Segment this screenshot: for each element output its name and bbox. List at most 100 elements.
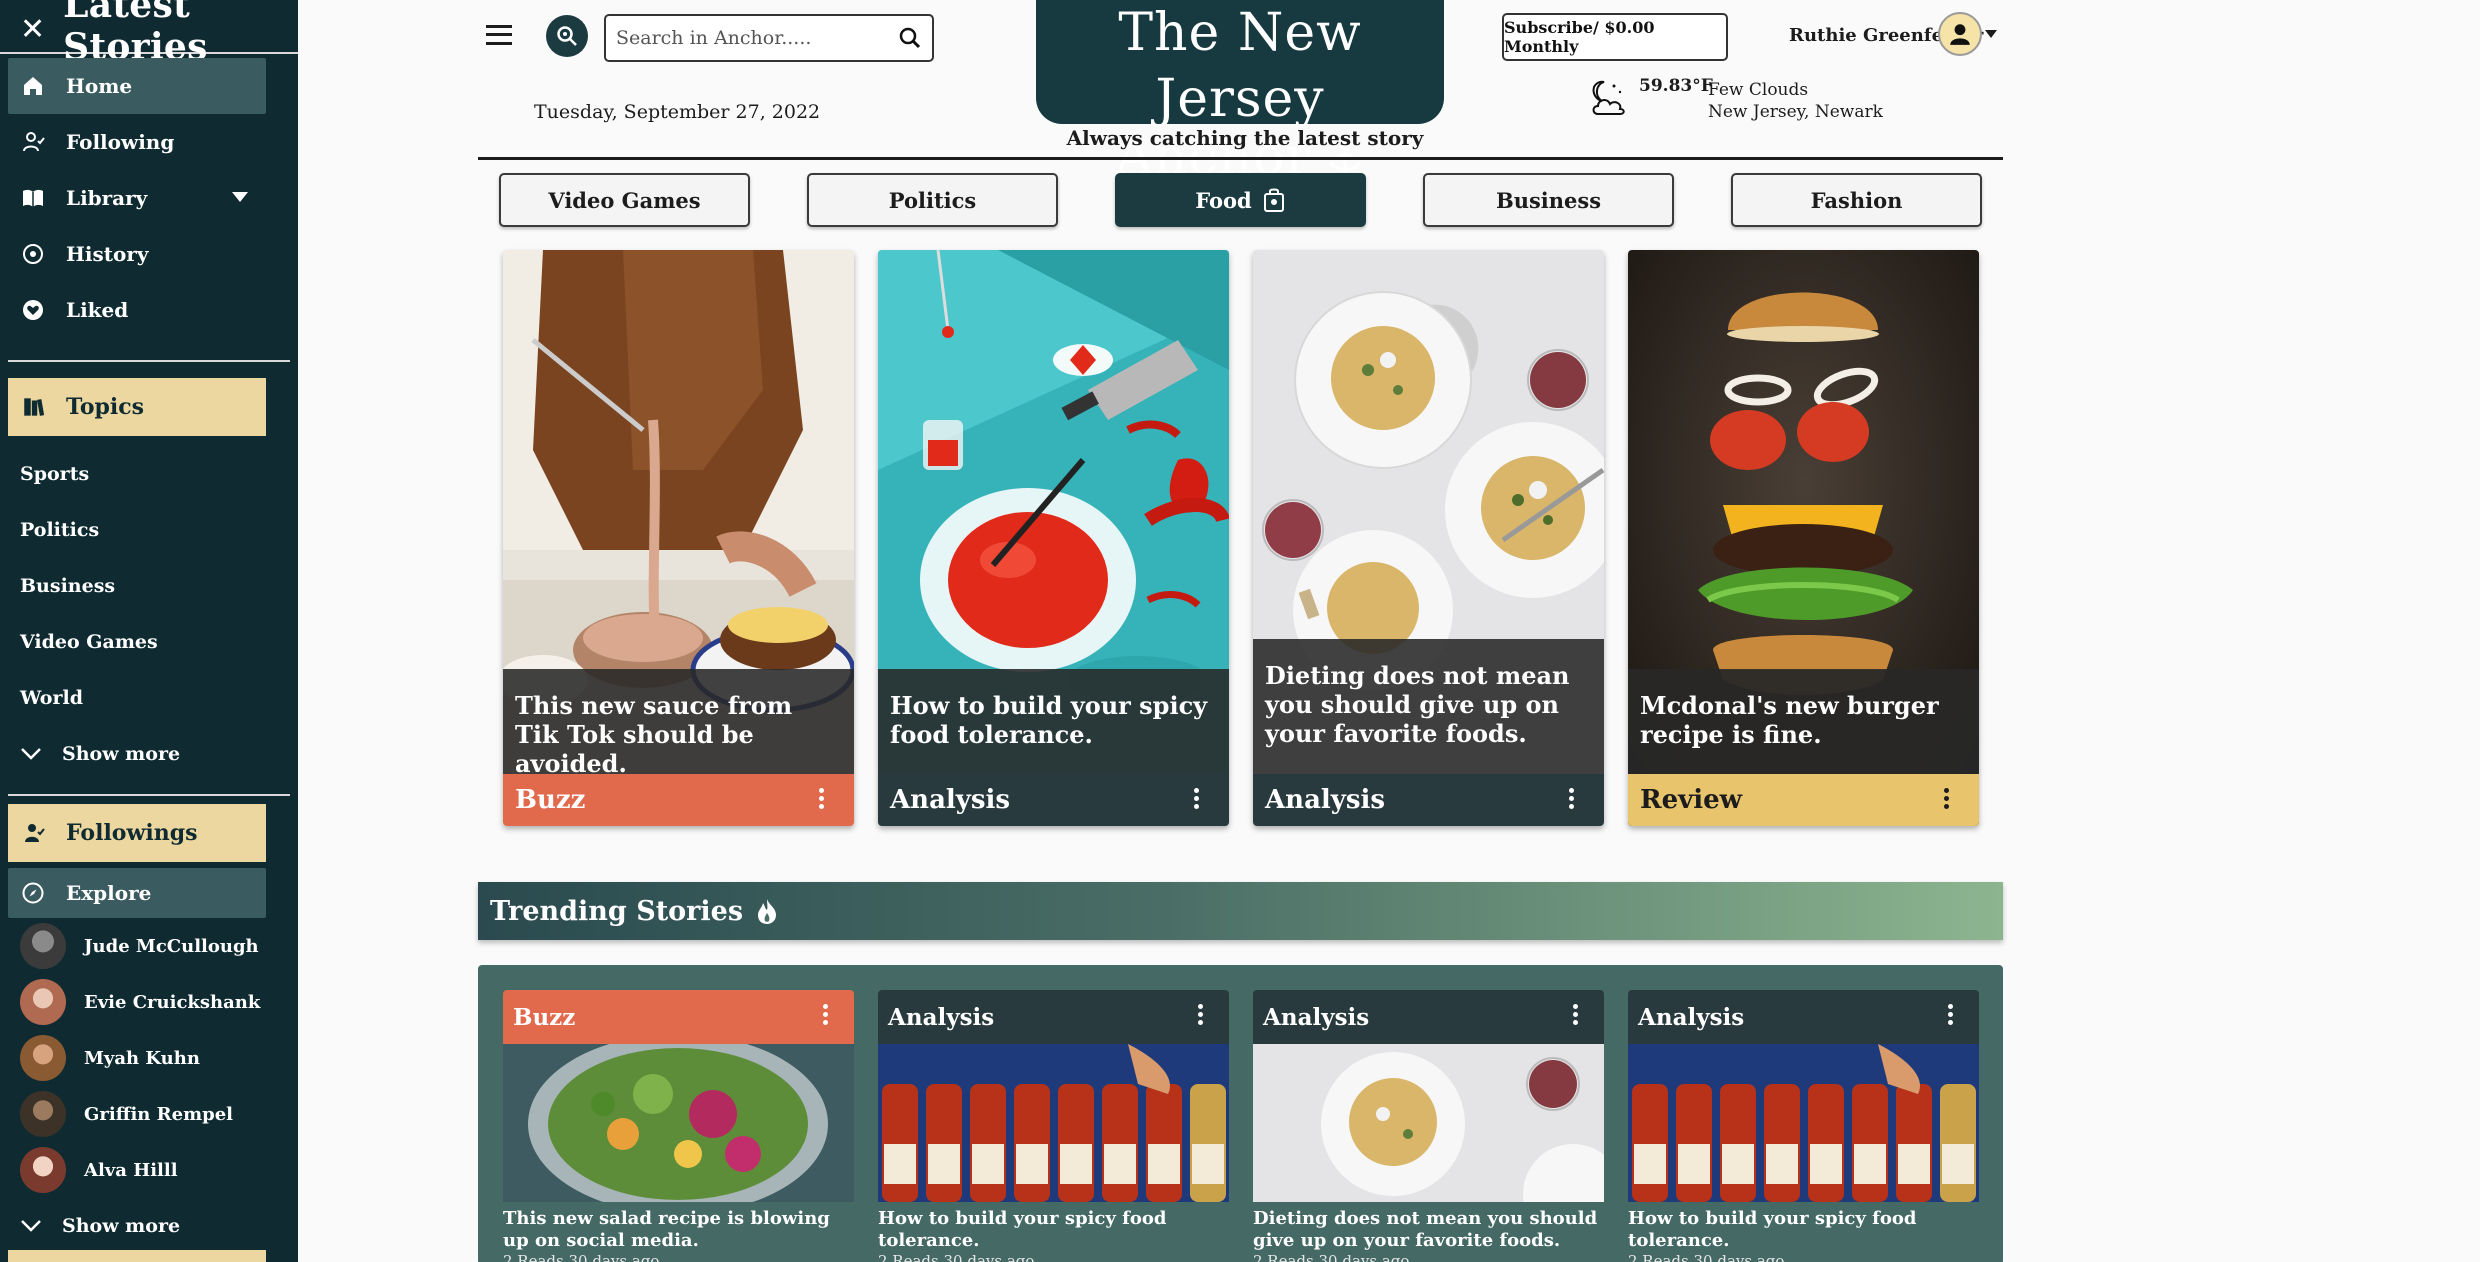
show-more-label: Show more xyxy=(62,743,181,765)
card-tag-bar: Analysis xyxy=(878,774,1229,826)
more-options-icon[interactable] xyxy=(1948,1004,1953,1025)
sidebar-next-section[interactable] xyxy=(8,1250,266,1262)
more-options-icon[interactable] xyxy=(1198,1004,1203,1025)
site-logo[interactable]: The New Jersey Anchor xyxy=(1036,0,1444,183)
topics-section-header[interactable]: Topics xyxy=(8,378,266,436)
sidebar: ✕ Latest Stories Home Following Library … xyxy=(0,0,298,1262)
hot-sauce-bottles-photo xyxy=(878,1044,1229,1202)
search-icon[interactable] xyxy=(898,26,922,50)
sidebar-item-explore[interactable]: Explore xyxy=(8,868,266,918)
sidebar-item-library[interactable]: Library xyxy=(0,170,298,226)
weather-description: Few Clouds New Jersey, Newark xyxy=(1708,79,1883,123)
followings-section-header[interactable]: Followings xyxy=(8,804,266,862)
topic-item-video-games[interactable]: Video Games xyxy=(0,614,298,670)
hot-sauce-bottles-photo xyxy=(1628,1044,1979,1202)
card-tag-bar: Review xyxy=(1628,774,1979,826)
card-tag: Analysis xyxy=(1638,1003,1745,1031)
user-icon xyxy=(1950,24,1970,45)
sidebar-item-liked[interactable]: Liked xyxy=(0,282,298,338)
chevron-down-icon[interactable] xyxy=(1985,30,1997,38)
tab-politics[interactable]: Politics xyxy=(807,173,1058,227)
trending-card-title: How to build your spicy food tolerance. xyxy=(1628,1208,1917,1251)
avatar xyxy=(20,1147,66,1193)
trending-card[interactable]: Analysis How to build your spicy food to… xyxy=(878,990,1229,1262)
trending-card-header: Analysis xyxy=(1628,990,1979,1044)
header-divider xyxy=(478,157,2003,160)
library-icon xyxy=(20,185,46,211)
more-options-icon[interactable] xyxy=(1573,1004,1578,1025)
more-options-icon[interactable] xyxy=(1944,788,1949,809)
sidebar-item-home[interactable]: Home xyxy=(8,58,266,114)
salad-photo xyxy=(503,1044,854,1202)
following-icon xyxy=(20,819,48,847)
compass-icon xyxy=(20,880,46,906)
card-tag: Review xyxy=(1640,785,1743,815)
card-tag: Buzz xyxy=(513,1003,576,1031)
subscribe-button[interactable]: Subscribe/ $0.00 Monthly xyxy=(1502,13,1728,61)
topic-item-politics[interactable]: Politics xyxy=(0,502,298,558)
search-box xyxy=(604,14,934,62)
more-options-icon[interactable] xyxy=(1569,788,1574,809)
chevron-down-icon xyxy=(20,1219,42,1233)
tab-food[interactable]: Food xyxy=(1115,173,1366,227)
trending-card-meta: 2 Reads 30 days ago xyxy=(878,1252,1035,1262)
person-name: Evie Cruickshank xyxy=(84,991,261,1013)
topic-item-sports[interactable]: Sports xyxy=(0,446,298,502)
close-icon[interactable]: ✕ xyxy=(20,15,45,45)
more-options-icon[interactable] xyxy=(823,1004,828,1025)
sidebar-item-label: History xyxy=(66,242,149,266)
trending-card-meta: 2 Reads 30 days ago xyxy=(1253,1252,1410,1262)
chevron-down-icon[interactable] xyxy=(232,192,248,202)
sidebar-item-label: Explore xyxy=(66,881,152,905)
topic-item-world[interactable]: World xyxy=(0,670,298,726)
search-toggle-button[interactable] xyxy=(546,15,588,57)
search-input[interactable] xyxy=(616,27,898,49)
card-tag: Analysis xyxy=(1265,785,1386,815)
following-person[interactable]: Evie Cruickshank xyxy=(0,974,298,1030)
feature-card[interactable]: Dieting does not mean you should give up… xyxy=(1253,250,1604,826)
following-person[interactable]: Alva Hilll xyxy=(0,1142,298,1198)
sidebar-item-history[interactable]: History xyxy=(0,226,298,282)
trending-card-header: Analysis xyxy=(878,990,1229,1044)
following-person[interactable]: Myah Kuhn xyxy=(0,1030,298,1086)
tab-label: Food xyxy=(1195,187,1252,213)
tab-business[interactable]: Business xyxy=(1423,173,1674,227)
feature-card[interactable]: Mcdonal's new burger recipe is fine. Rev… xyxy=(1628,250,1979,826)
trending-card[interactable]: Analysis How to build your spicy food to… xyxy=(1628,990,1979,1262)
feature-card[interactable]: This new sauce from Tik Tok should be av… xyxy=(503,250,854,826)
user-avatar[interactable] xyxy=(1938,12,1982,56)
topic-item-business[interactable]: Business xyxy=(0,558,298,614)
more-options-icon[interactable] xyxy=(1194,788,1199,809)
trending-card-header: Analysis xyxy=(1253,990,1604,1044)
topics-show-more[interactable]: Show more xyxy=(0,726,298,782)
trending-header: Trending Stories xyxy=(478,882,2003,940)
tab-fashion[interactable]: Fashion xyxy=(1731,173,1982,227)
person-name: Jude McCullough xyxy=(84,935,259,957)
tab-video-games[interactable]: Video Games xyxy=(499,173,750,227)
sidebar-item-label: Home xyxy=(66,74,133,98)
flame-icon xyxy=(755,897,779,925)
sidebar-item-label: Liked xyxy=(66,298,129,322)
followings-title: Followings xyxy=(66,820,198,846)
temperature: 59.83°F xyxy=(1639,76,1713,96)
logo-line-1: The New Jersey xyxy=(1118,3,1362,129)
avatar xyxy=(20,1091,66,1137)
sidebar-header: ✕ Latest Stories xyxy=(0,0,298,68)
more-options-icon[interactable] xyxy=(819,788,824,809)
following-person[interactable]: Jude McCullough xyxy=(0,918,298,974)
following-person[interactable]: Griffin Rempel xyxy=(0,1086,298,1142)
trending-card[interactable]: Buzz This new salad recipe is blowing up… xyxy=(503,990,854,1262)
history-icon xyxy=(20,241,46,267)
chevron-down-icon xyxy=(20,747,42,761)
pasta-photo xyxy=(1253,1044,1604,1202)
followings-show-more[interactable]: Show more xyxy=(0,1198,298,1254)
card-title: Mcdonal's new burger recipe is fine. xyxy=(1628,669,1979,774)
site-tagline: Always catching the latest story xyxy=(1066,126,1424,150)
trending-card-meta: 2 Reads 30 days ago xyxy=(503,1252,660,1262)
person-name: Griffin Rempel xyxy=(84,1103,233,1125)
feature-card[interactable]: How to build your spicy food tolerance. … xyxy=(878,250,1229,826)
trending-card[interactable]: Analysis Dieting does not mean you shoul… xyxy=(1253,990,1604,1262)
sidebar-item-following[interactable]: Following xyxy=(0,114,298,170)
hamburger-menu-icon[interactable] xyxy=(486,22,512,48)
card-title: How to build your spicy food tolerance. xyxy=(878,669,1229,774)
